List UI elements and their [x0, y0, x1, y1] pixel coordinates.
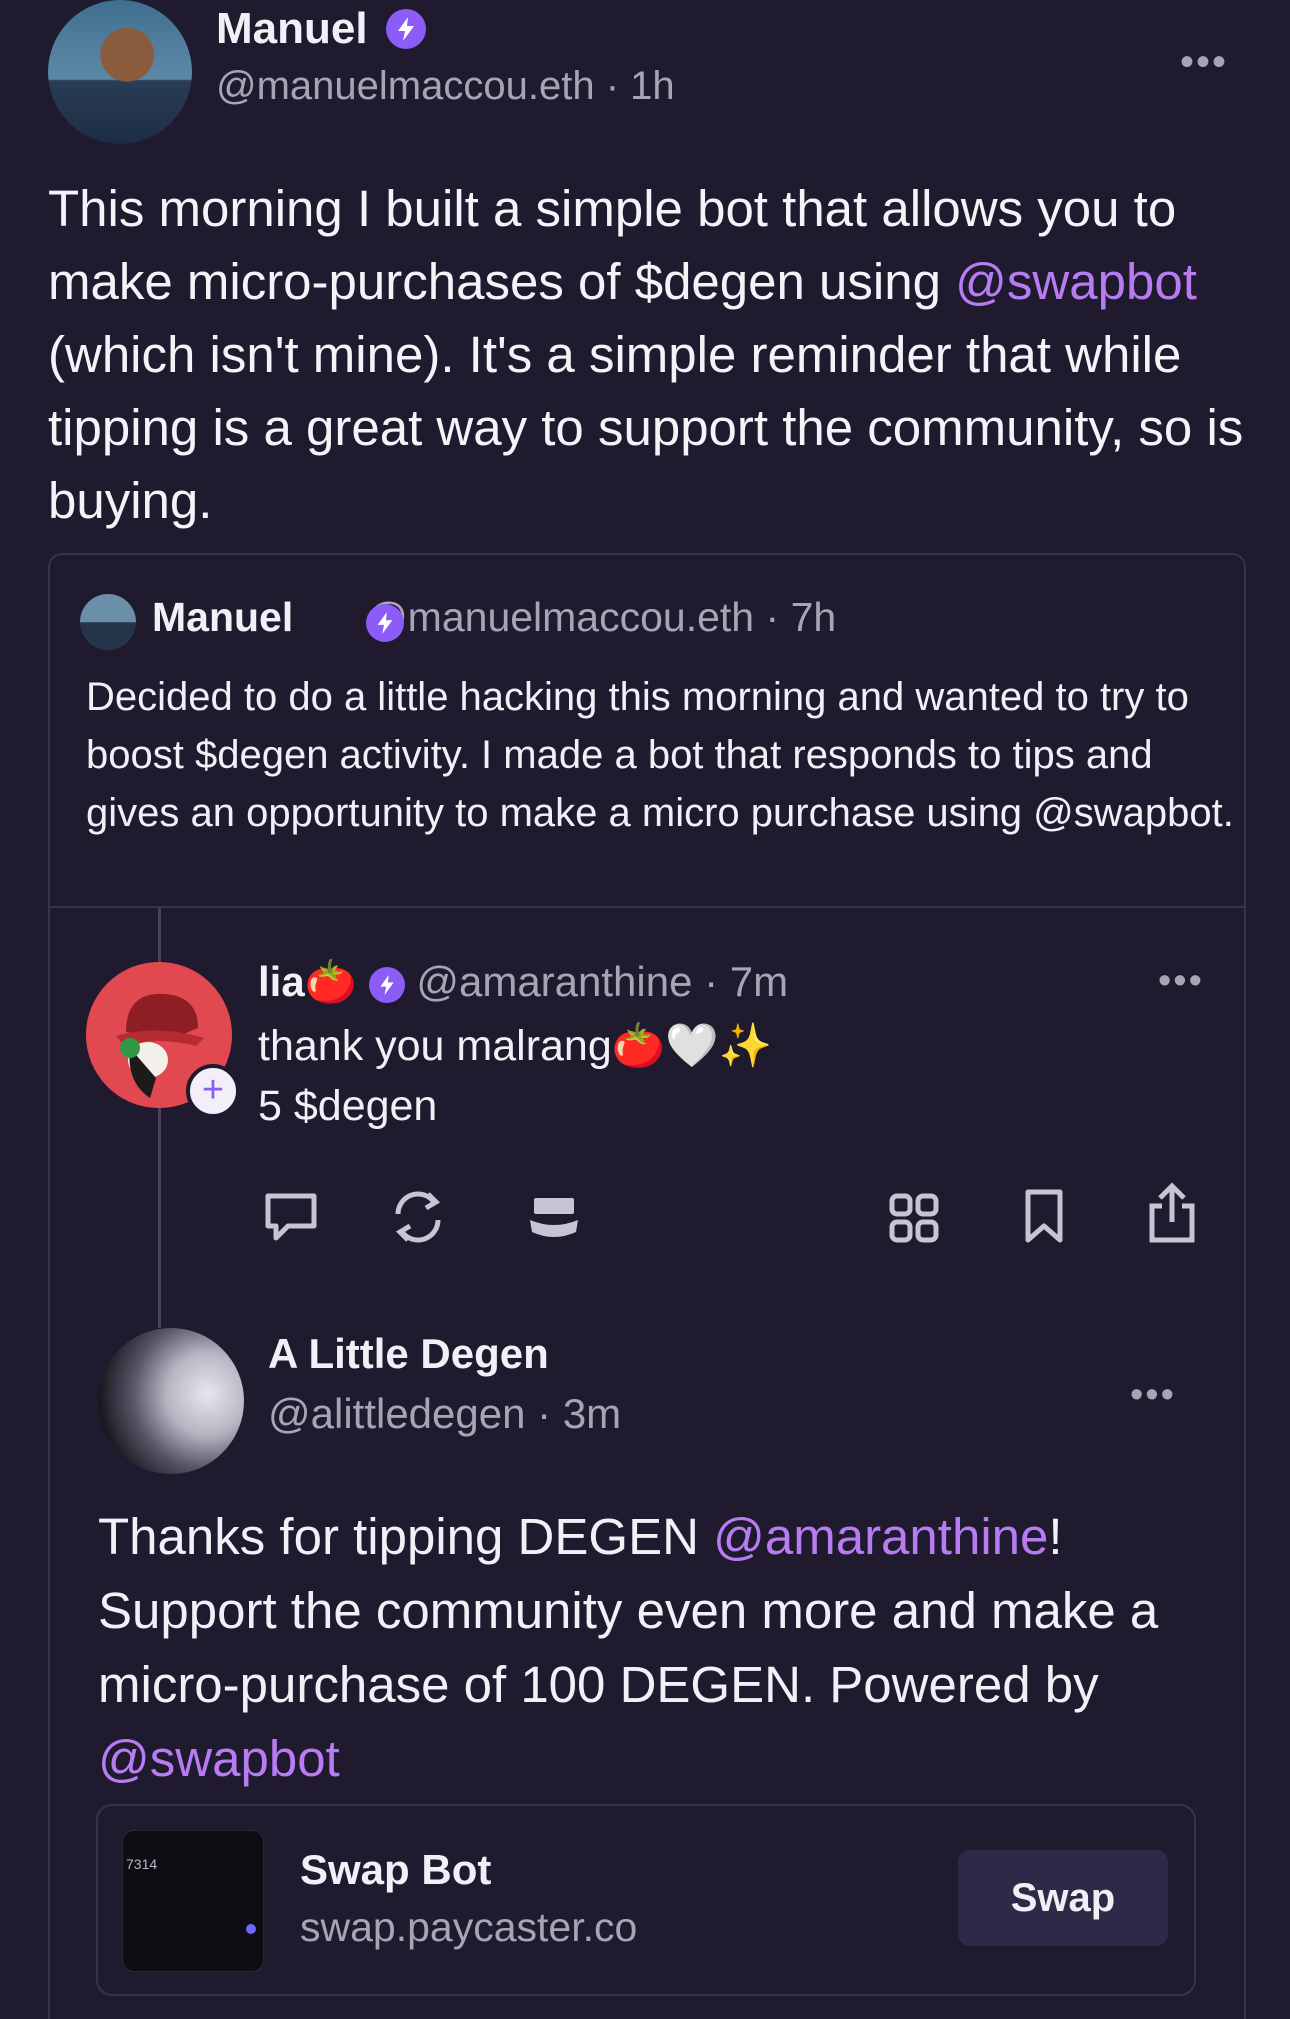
author-handle[interactable]: @manuelmaccou.eth [216, 64, 595, 108]
reply-author-handle[interactable]: @amaranthine [416, 958, 692, 1005]
bot-text: Thanks for tipping DEGEN @amaranthine! S… [98, 1500, 1238, 1796]
bot-author-avatar[interactable] [98, 1328, 244, 1474]
quote-time: 7h [790, 594, 837, 640]
mention-amaranthine[interactable]: @amaranthine [713, 1508, 1048, 1565]
meta-separator: · [704, 958, 730, 1005]
reply-text-line-1: thank you malrang🍅🤍✨ [258, 1022, 773, 1070]
verified-icon [386, 9, 426, 49]
bot-author-name[interactable]: A Little Degen [268, 1330, 549, 1378]
author-avatar[interactable] [48, 0, 192, 144]
bot-text-1: Thanks for tipping DEGEN [98, 1508, 714, 1565]
recast-icon[interactable] [388, 1188, 448, 1251]
swap-button[interactable]: Swap [958, 1850, 1168, 1946]
post-body: This morning I built a simple bot that a… [48, 172, 1248, 537]
frame-thumbnail [122, 1830, 264, 1972]
author-name[interactable]: Manuel [216, 4, 368, 54]
grid-icon[interactable] [886, 1190, 942, 1251]
quote-body: Decided to do a little hacking this morn… [86, 675, 1234, 835]
post-time: 1h [630, 64, 675, 108]
bot-author-handle[interactable]: @alittledegen [268, 1390, 525, 1437]
post-body-text-2: (which isn't mine). It's a simple remind… [48, 326, 1244, 529]
follow-plus-icon[interactable]: + [186, 1064, 240, 1118]
quote-header: Manuel @manuelmaccou.eth · 7h [152, 594, 836, 641]
author-meta: @manuelmaccou.eth · 1h [216, 64, 675, 109]
verified-icon [368, 966, 405, 1003]
frame-thumbnail-label: 7314 [126, 1856, 158, 1872]
frame-thumbnail-dot [246, 1924, 256, 1934]
reply-icon[interactable] [262, 1190, 320, 1249]
bot-time: 3m [562, 1390, 622, 1437]
bot-meta: @alittledegen · 3m [268, 1390, 621, 1438]
meta-separator: · [765, 594, 791, 640]
mention-swapbot[interactable]: @swapbot [98, 1730, 340, 1787]
reply-text: thank you malrang🍅🤍✨ 5 $degen [258, 1016, 772, 1136]
meta-separator: · [605, 64, 631, 108]
reply-header: lia🍅 @amaranthine · 7m [258, 958, 788, 1007]
frame-domain[interactable]: swap.paycaster.co [300, 1904, 637, 1951]
hat-icon[interactable] [526, 1190, 582, 1249]
more-options-icon[interactable]: ••• [1180, 40, 1228, 85]
share-icon[interactable] [1144, 1180, 1200, 1251]
quote-author-avatar [80, 594, 136, 650]
reply-author-name[interactable]: lia🍅 [258, 958, 357, 1005]
quote-author-name[interactable]: Manuel [152, 594, 293, 640]
meta-separator: · [537, 1390, 563, 1437]
more-options-icon[interactable]: ••• [1158, 960, 1204, 1003]
frame-title[interactable]: Swap Bot [300, 1846, 491, 1894]
mention-swapbot[interactable]: @swapbot [955, 253, 1197, 310]
reply-time: 7m [729, 958, 789, 1005]
bookmark-icon[interactable] [1020, 1186, 1068, 1251]
quote-author-handle[interactable]: @manuelmaccou.eth [366, 594, 754, 640]
more-options-icon[interactable]: ••• [1130, 1374, 1176, 1417]
reply-text-line-2: 5 $degen [258, 1082, 438, 1130]
divider [48, 906, 1244, 908]
